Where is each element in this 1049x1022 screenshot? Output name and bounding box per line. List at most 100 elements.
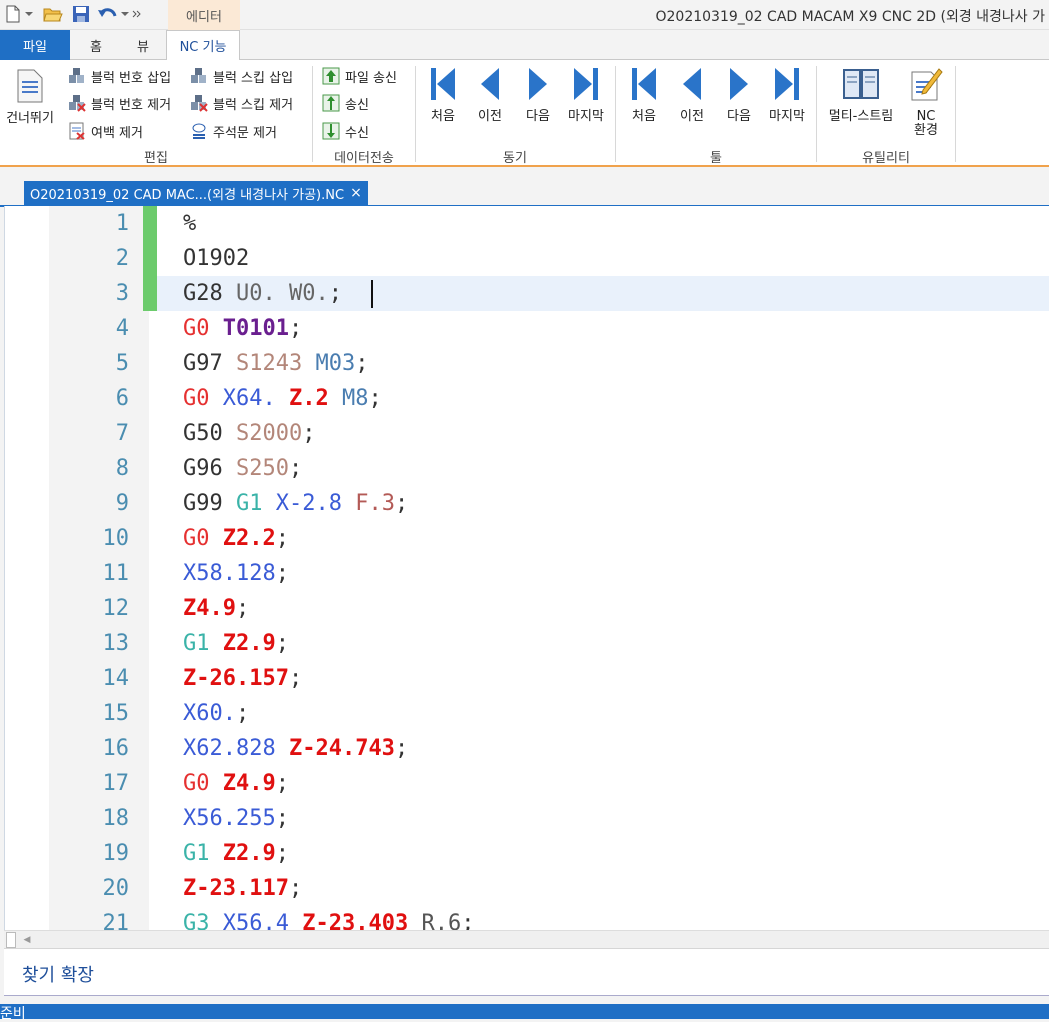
tool-next-button[interactable]: 다음 (715, 64, 763, 124)
code-line[interactable]: G1 Z2.9; (183, 626, 289, 661)
tool-first-button[interactable]: 처음 (620, 64, 668, 124)
code-line[interactable]: G3 X56.4 Z-23.403 R.6; (183, 906, 474, 930)
code-line[interactable]: G99 G1 X-2.8 F.3; (183, 486, 408, 521)
remove-block-skip-button[interactable]: 블럭 스킵 제거 (190, 92, 293, 114)
code-token: ; (394, 491, 409, 516)
code-token: G96 (183, 456, 236, 481)
save-icon[interactable] (70, 3, 92, 25)
code-line[interactable]: G0 T0101; (183, 311, 302, 346)
code-line[interactable]: G96 S250; (183, 451, 302, 486)
nc-environment-label: NC 환경 (914, 110, 938, 138)
code-line[interactable]: G1 Z2.9; (183, 836, 289, 871)
code-token: T0101 (222, 316, 289, 341)
code-line[interactable]: G0 X64. Z.2 M8; (183, 381, 382, 416)
line-number: 1 (115, 211, 129, 236)
sync-last-button[interactable]: 마지막 (562, 64, 610, 124)
remove-comments-button[interactable]: 주석문 제거 (190, 120, 277, 142)
code-token: G0 (183, 526, 223, 551)
scrollbar-thumb[interactable] (6, 932, 16, 948)
line-number: 6 (115, 386, 129, 411)
modified-line-marker (143, 206, 157, 241)
tool-last-button[interactable]: 마지막 (763, 64, 811, 124)
find-expand-link[interactable]: 찾기 확장 (22, 961, 94, 987)
context-tab-editor[interactable]: 에디터 (168, 0, 240, 30)
remove-block-skip-label: 블럭 스킵 제거 (213, 97, 294, 113)
skip-button[interactable]: 건너뛰기 (6, 66, 54, 126)
code-line[interactable]: G97 S1243 M03; (183, 346, 368, 381)
send-file-icon (322, 67, 340, 85)
nc-settings-pencil-icon (907, 64, 945, 104)
nc-environment-button[interactable]: NC 환경 (902, 64, 950, 138)
code-token: S1243 (235, 351, 316, 376)
open-folder-icon[interactable] (42, 3, 64, 25)
nc-code-editor[interactable]: 1% 2 O1902 3 G28 U0. W0.; 4 G0 T0101; 5 G97 S124… (4, 206, 1049, 930)
line-number: 15 (102, 701, 130, 726)
code-line[interactable]: Z-26.157; (183, 661, 302, 696)
left-gutter (5, 206, 49, 930)
insert-block-number-button[interactable]: 블럭 번호 삽입 (68, 65, 171, 87)
sync-next-button[interactable]: 다음 (514, 64, 562, 124)
skip-label: 건너뛰기 (6, 111, 54, 126)
document-tab[interactable]: O20210319_02 CAD MAC...(외경 내경나사 가공).NC × (24, 181, 368, 205)
group-label-sync: 동기 (503, 151, 527, 166)
multi-stream-button[interactable]: 멀티-스트림 (826, 64, 896, 124)
code-token: Z-24.743 (288, 736, 395, 761)
code-line[interactable]: X56.255; (183, 801, 289, 836)
code-token: G0 (183, 316, 223, 341)
code-token: X56.4 (222, 911, 303, 930)
scroll-left-arrow-icon[interactable]: ◀ (18, 932, 36, 948)
tool-last-label: 마지막 (769, 109, 805, 124)
document-tab-strip: O20210319_02 CAD MAC...(외경 내경나사 가공).NC × (0, 168, 1049, 207)
new-file-icon[interactable] (2, 3, 24, 25)
send-file-button[interactable]: 파일 송신 (322, 65, 397, 87)
code-token: % (183, 211, 197, 236)
code-token: ; (302, 421, 316, 446)
code-line[interactable]: X62.828 Z-24.743; (183, 731, 408, 766)
close-icon[interactable]: × (350, 185, 362, 201)
undo-icon[interactable] (96, 3, 118, 25)
whitespace-remove-icon (68, 122, 86, 140)
remove-whitespace-button[interactable]: 여백 제거 (68, 120, 143, 142)
line-number: 12 (102, 596, 130, 621)
send-file-label: 파일 송신 (345, 70, 397, 86)
code-token: Z4.9 (222, 771, 276, 796)
code-token: ; (328, 281, 342, 306)
customize-toolbar-icon[interactable] (128, 3, 146, 25)
code-line[interactable]: % (183, 206, 196, 241)
send-button[interactable]: 송신 (322, 92, 369, 114)
tab-nc-functions[interactable]: NC 기능 (166, 30, 240, 61)
insert-block-skip-button[interactable]: 블럭 스킵 삽입 (190, 65, 293, 87)
receive-button[interactable]: 수신 (322, 120, 369, 142)
sync-first-button[interactable]: 처음 (419, 64, 467, 124)
code-line[interactable]: X58.128; (183, 556, 289, 591)
code-line[interactable]: X60.; (183, 696, 249, 731)
code-line[interactable]: G0 Z4.9; (183, 766, 289, 801)
remove-block-number-button[interactable]: 블럭 번호 제거 (68, 92, 171, 114)
code-line[interactable]: Z-23.117; (183, 871, 302, 906)
code-token: ; (288, 456, 303, 481)
horizontal-scrollbar[interactable]: ◀ (4, 930, 1049, 948)
dropdown-arrow-icon[interactable] (22, 3, 36, 25)
status-bar: 준비 (0, 1004, 1049, 1022)
insert-block-skip-label: 블럭 스킵 삽입 (213, 70, 294, 86)
first-icon (424, 64, 462, 104)
code-line[interactable]: Z4.9; (183, 591, 249, 626)
code-line[interactable]: G0 Z2.2; (183, 521, 289, 556)
code-line[interactable]: O1902 (183, 241, 249, 276)
line-number: 17 (102, 771, 130, 796)
code-line[interactable]: G50 S2000; (183, 416, 315, 451)
code-token: G1 (183, 841, 223, 866)
tab-file[interactable]: 파일 (0, 30, 70, 60)
tab-view[interactable]: 뷰 (120, 30, 166, 60)
code-token: ; (275, 526, 289, 551)
tab-home[interactable]: 홈 (72, 30, 120, 60)
line-number: 3 (115, 281, 129, 306)
code-token: Z-26.157 (183, 666, 289, 691)
tool-prev-button[interactable]: 이전 (668, 64, 716, 124)
multi-stream-book-icon (842, 64, 880, 104)
insert-block-number-label: 블럭 번호 삽입 (91, 70, 172, 86)
code-token: ; (275, 631, 289, 656)
sync-prev-button[interactable]: 이전 (466, 64, 514, 124)
code-line[interactable]: G28 U0. W0.; (183, 276, 342, 311)
code-token: ; (275, 841, 289, 866)
